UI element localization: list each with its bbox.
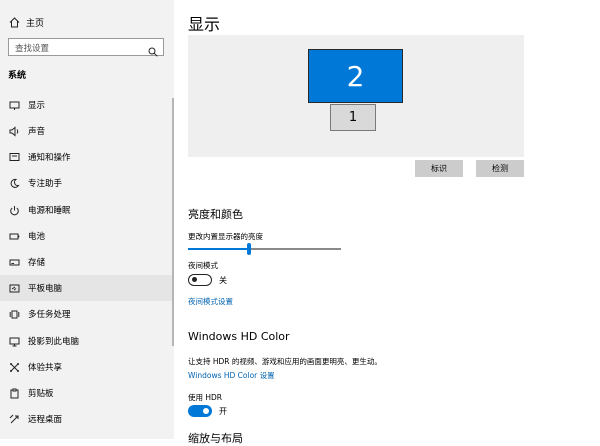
sidebar-item-label: 电池 — [28, 232, 46, 242]
sidebar-item-label: 存储 — [28, 258, 46, 268]
sidebar-item-notifications[interactable]: 通知和操作 — [0, 144, 174, 170]
home-icon — [8, 16, 20, 28]
sidebar: 主页 查找设置 系统 显示 声音 通知和操作 专注助手 电源和睡眠 电池 存储 … — [0, 0, 174, 439]
multitask-icon — [8, 308, 20, 320]
monitor-2[interactable]: 2 — [308, 49, 403, 103]
notification-icon — [8, 151, 20, 163]
sidebar-item-label: 通知和操作 — [28, 153, 71, 163]
sidebar-item-label: 投影到此电脑 — [28, 337, 80, 347]
tablet-icon — [8, 282, 20, 294]
sidebar-item-storage[interactable]: 存储 — [0, 249, 174, 275]
brightness-slider-thumb[interactable] — [247, 243, 251, 255]
detect-label: 检测 — [492, 164, 508, 173]
search-placeholder: 查找设置 — [15, 44, 50, 54]
sidebar-item-label: 电源和睡眠 — [28, 206, 71, 216]
sidebar-item-label: 专注助手 — [28, 179, 63, 189]
sidebar-item-label: 体验共享 — [28, 363, 63, 373]
sidebar-item-multitasking[interactable]: 多任务处理 — [0, 301, 174, 327]
use-hdr-state: 开 — [219, 407, 227, 416]
storage-icon — [8, 256, 20, 268]
monitor-icon — [8, 99, 20, 111]
night-mode-label: 夜间模式 — [188, 261, 218, 270]
detect-button[interactable]: 检测 — [476, 160, 524, 177]
sidebar-item-label: 剪贴板 — [28, 389, 54, 399]
sidebar-item-display[interactable]: 显示 — [0, 92, 174, 118]
sidebar-scrollbar[interactable] — [172, 98, 174, 346]
sidebar-item-focus-assist[interactable]: 专注助手 — [0, 170, 174, 196]
use-hdr-label: 使用 HDR — [188, 393, 223, 402]
sidebar-item-remote-desktop[interactable]: 远程桌面 — [0, 406, 174, 432]
battery-icon — [8, 230, 20, 242]
monitor-1-number: 1 — [348, 110, 358, 125]
night-mode-settings-link[interactable]: 夜间模式设置 — [188, 296, 233, 307]
share-icon — [8, 361, 20, 373]
power-icon — [8, 204, 20, 216]
night-mode-toggle[interactable] — [188, 274, 212, 286]
monitor-1[interactable]: 1 — [330, 104, 376, 131]
sidebar-item-label: 远程桌面 — [28, 415, 63, 425]
monitor-2-number: 2 — [346, 59, 365, 93]
brightness-slider-fill — [188, 248, 249, 250]
project-icon — [8, 335, 20, 347]
sidebar-item-shared-experiences[interactable]: 体验共享 — [0, 354, 174, 380]
sidebar-item-label: 平板电脑 — [28, 284, 63, 294]
sidebar-item-label: 显示 — [28, 101, 46, 111]
identify-label: 标识 — [431, 164, 447, 173]
page-title: 显示 — [188, 15, 221, 34]
scale-layout-section-title: 缩放与布局 — [188, 432, 243, 445]
speaker-icon — [8, 125, 20, 137]
sidebar-item-tablet[interactable]: 平板电脑 — [0, 275, 174, 301]
display-arrangement: 2 1 — [188, 35, 524, 157]
identify-button[interactable]: 标识 — [415, 160, 463, 177]
toggle-knob — [203, 408, 209, 414]
hdr-section-title: Windows HD Color — [188, 330, 290, 343]
sidebar-item-label: 声音 — [28, 127, 46, 137]
search-icon[interactable] — [148, 42, 158, 57]
sidebar-item-sound[interactable]: 声音 — [0, 118, 174, 144]
brightness-section-title: 亮度和颜色 — [188, 208, 243, 221]
home-label: 主页 — [26, 18, 45, 29]
sidebar-item-project-to-pc[interactable]: 投影到此电脑 — [0, 328, 174, 354]
hdr-settings-link[interactable]: Windows HD Color 设置 — [188, 370, 275, 381]
sidebar-item-clipboard[interactable]: 剪贴板 — [0, 380, 174, 406]
home-link[interactable]: 主页 — [8, 14, 44, 30]
sidebar-item-battery[interactable]: 电池 — [0, 223, 174, 249]
sidebar-item-power-sleep[interactable]: 电源和睡眠 — [0, 197, 174, 223]
toggle-knob — [192, 277, 197, 282]
night-mode-state: 关 — [219, 276, 227, 285]
section-title: 系统 — [8, 71, 27, 81]
search-input[interactable]: 查找设置 — [8, 38, 164, 57]
use-hdr-toggle[interactable] — [188, 405, 212, 417]
remote-desktop-icon — [8, 413, 20, 425]
clipboard-icon — [8, 387, 20, 399]
main-content: 显示 2 1 标识 检测 亮度和颜色 更改内置显示器的亮度 夜间模式 关 夜间模… — [188, 0, 600, 445]
brightness-slider[interactable] — [188, 243, 341, 255]
sidebar-item-label: 多任务处理 — [28, 310, 71, 320]
hdr-description: 让支持 HDR 的视频、游戏和应用的画面更明亮、更生动。 — [188, 357, 382, 366]
brightness-label: 更改内置显示器的亮度 — [188, 232, 263, 241]
moon-icon — [8, 177, 20, 189]
